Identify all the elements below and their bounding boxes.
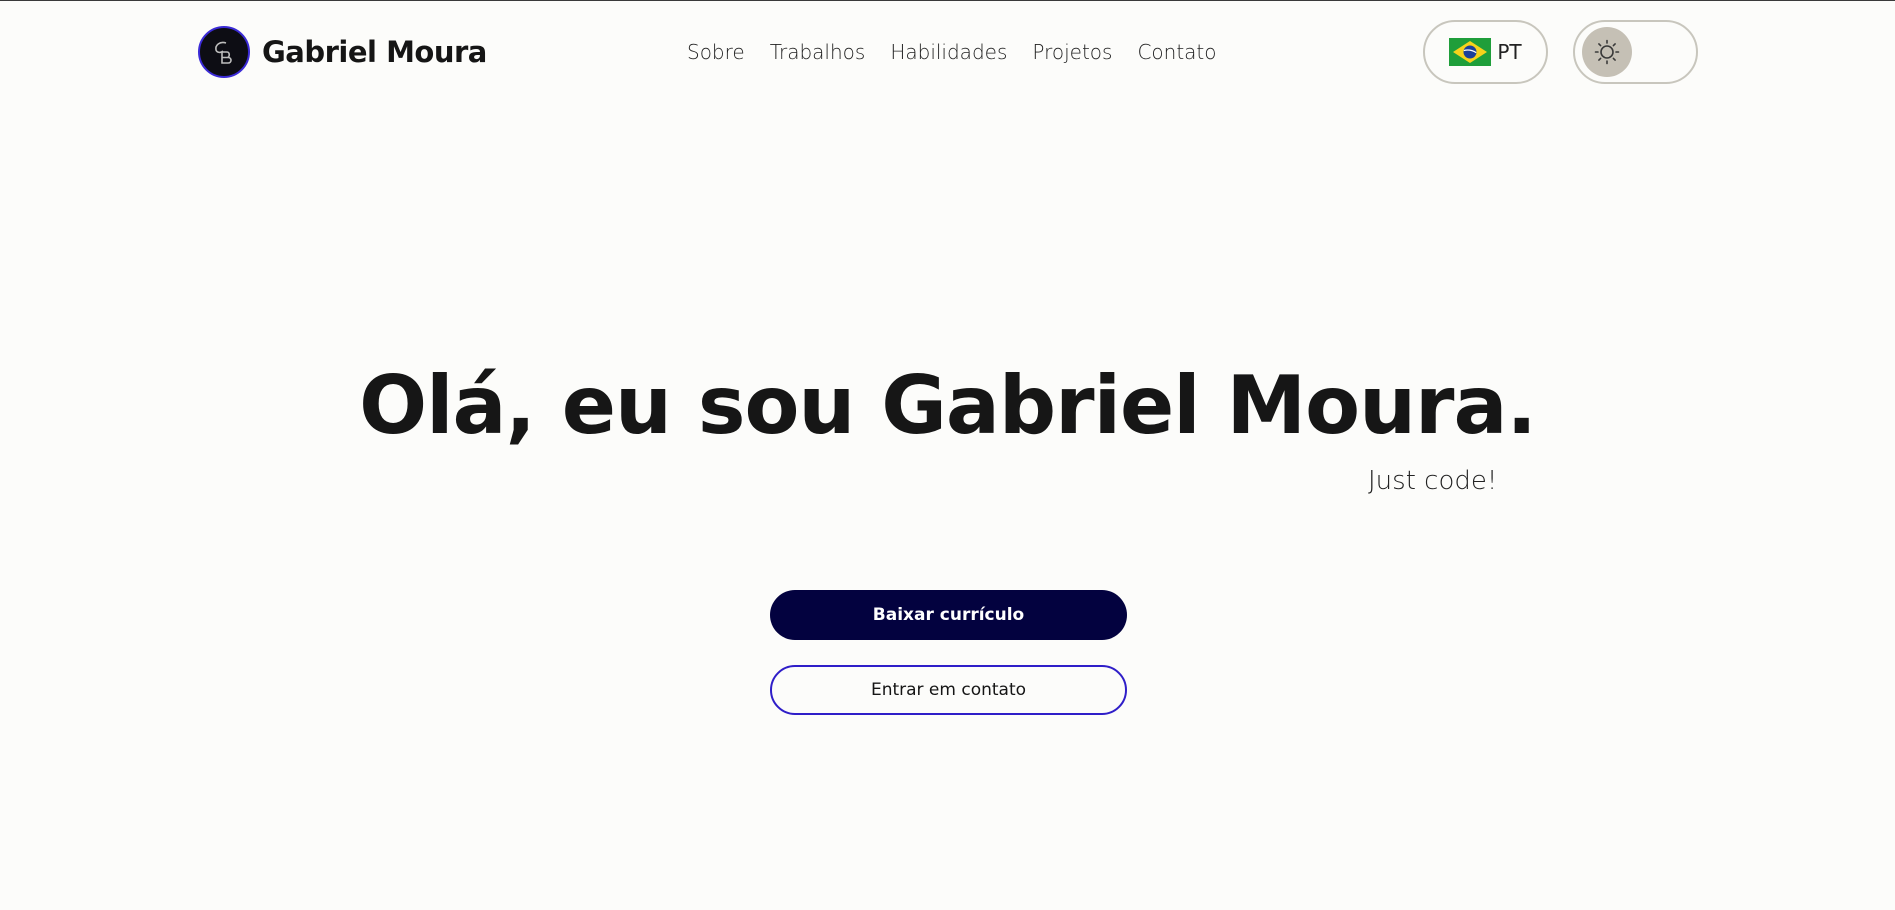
logo-icon <box>198 26 250 78</box>
sun-icon <box>1594 39 1620 65</box>
language-code: PT <box>1497 40 1522 64</box>
language-switch-button[interactable]: PT <box>1423 20 1548 84</box>
nav-link-projetos[interactable]: Projetos <box>1032 40 1112 64</box>
nav-link-contato[interactable]: Contato <box>1137 40 1216 64</box>
contact-button[interactable]: Entrar em contato <box>770 665 1127 715</box>
hero-tagline: Just code! <box>1368 466 1498 496</box>
nav-link-habilidades[interactable]: Habilidades <box>890 40 1007 64</box>
monogram-icon <box>215 41 232 64</box>
nav-link-trabalhos[interactable]: Trabalhos <box>770 40 866 64</box>
hero-title: Olá, eu sou Gabriel Moura. <box>359 359 1537 452</box>
theme-toggle[interactable] <box>1573 20 1698 84</box>
download-resume-button[interactable]: Baixar currículo <box>770 590 1127 640</box>
site-header: Gabriel Moura Sobre Trabalhos Habilidade… <box>0 0 1895 104</box>
brand-home-link[interactable]: Gabriel Moura <box>198 26 487 78</box>
nav-link-sobre[interactable]: Sobre <box>687 40 745 64</box>
theme-toggle-knob <box>1582 27 1632 77</box>
brand-name: Gabriel Moura <box>262 35 487 69</box>
brazil-flag-icon <box>1449 38 1492 66</box>
main-nav: Sobre Trabalhos Habilidades Projetos Con… <box>687 36 1217 68</box>
